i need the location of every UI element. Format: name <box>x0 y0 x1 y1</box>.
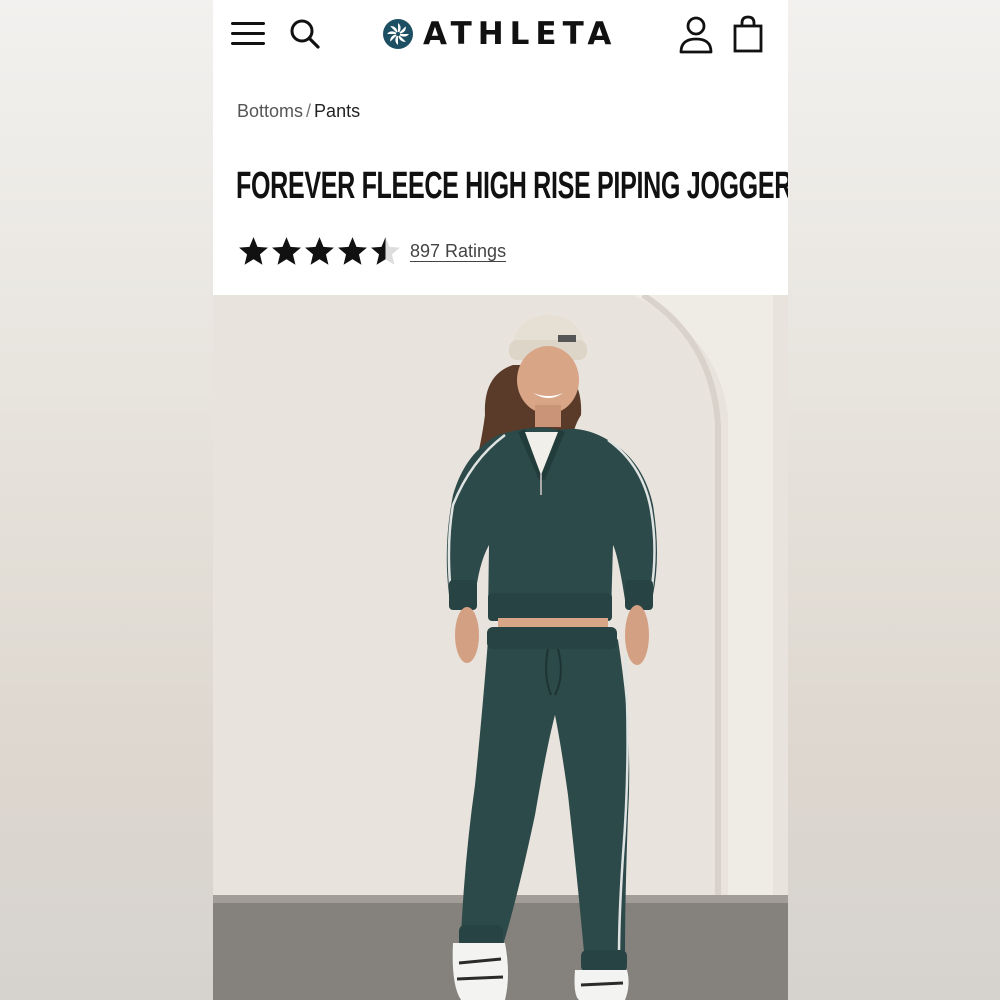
star-full-icon <box>338 236 367 265</box>
star-full-icon <box>305 236 334 265</box>
breadcrumb-separator: / <box>306 101 312 121</box>
star-rating[interactable] <box>237 235 402 268</box>
product-rating: 897 Ratings <box>237 234 506 268</box>
model-photo-illustration <box>213 295 788 1000</box>
user-account-icon[interactable] <box>678 15 714 55</box>
breadcrumb-pants-link[interactable]: Pants <box>314 101 360 121</box>
top-navigation-bar: ATHLETA <box>213 0 788 70</box>
product-image[interactable] <box>213 295 788 1000</box>
star-full-icon <box>239 236 268 265</box>
shopping-bag-icon[interactable] <box>732 14 764 54</box>
logo-pinwheel-icon <box>383 19 413 49</box>
breadcrumb: Bottoms / Pants <box>237 101 360 122</box>
search-icon[interactable] <box>288 17 322 51</box>
mobile-page: ATHLETA Bottoms / Pants FOREVER FLEECE HIG… <box>213 0 788 1000</box>
star-full-icon <box>272 236 301 265</box>
brand-name: ATHLETA <box>423 16 618 52</box>
product-title: FOREVER FLEECE HIGH RISE PIPING JOGGER <box>236 165 788 207</box>
breadcrumb-bottoms-link[interactable]: Bottoms <box>237 101 303 121</box>
backdrop-left <box>0 0 213 1000</box>
ratings-count-link[interactable]: 897 Ratings <box>410 241 506 262</box>
hamburger-menu-icon[interactable] <box>231 20 265 48</box>
star-half-icon <box>371 236 400 265</box>
brand-logo[interactable]: ATHLETA <box>383 16 617 52</box>
backdrop-right <box>788 0 1000 1000</box>
